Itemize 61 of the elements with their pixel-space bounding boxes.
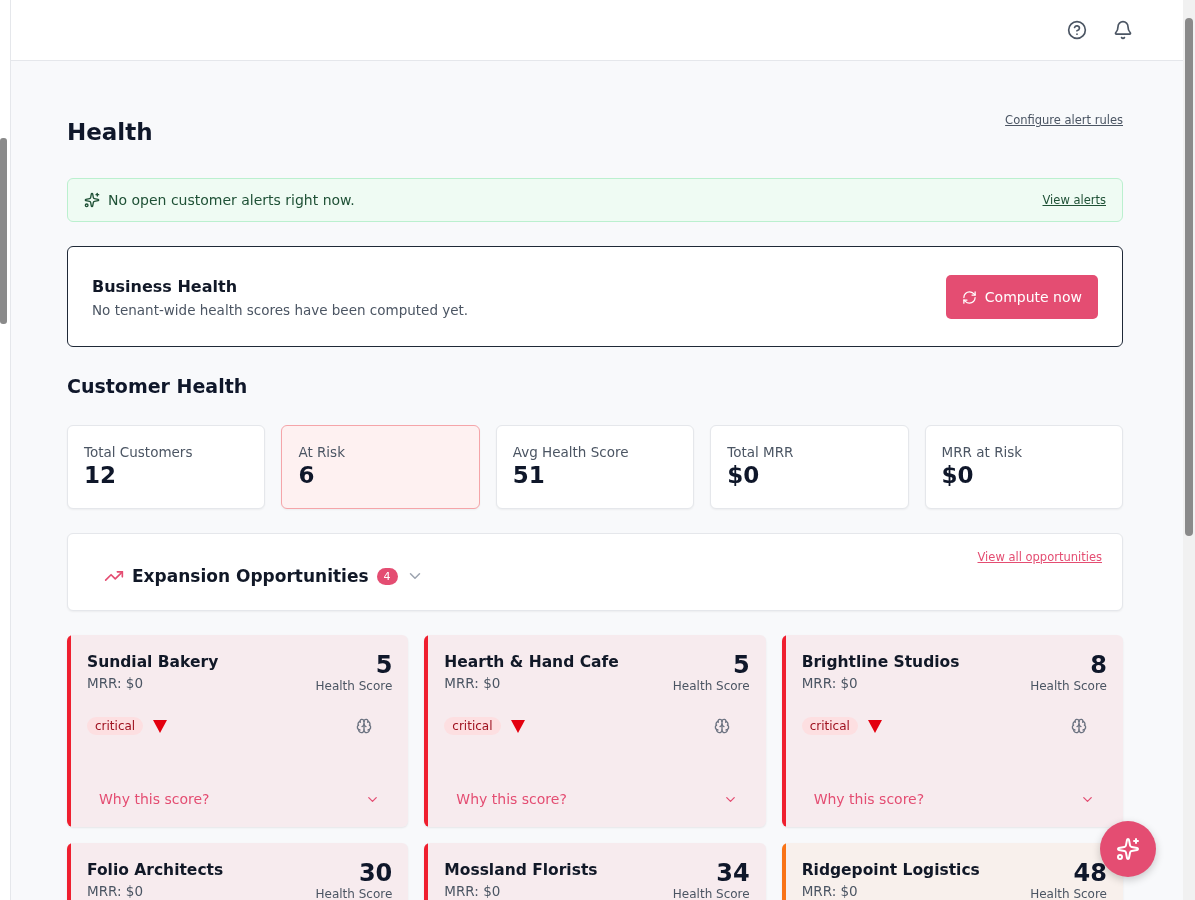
brain-icon [1071, 718, 1087, 734]
stat-value: 12 [84, 462, 117, 488]
sparkle-icon [84, 192, 100, 208]
stat-label: Total Customers [84, 444, 194, 460]
health-score: 34 [716, 859, 750, 887]
configure-alert-rules-link[interactable]: Configure alert rules [1005, 113, 1123, 127]
stat-label: Avg Health Score [512, 444, 630, 460]
stat-label: At Risk [298, 444, 346, 460]
compute-now-button[interactable]: Compute now [945, 275, 1098, 319]
score-label: Health Score [672, 887, 750, 900]
stat-value: $0 [941, 462, 975, 488]
sparkle-icon [1116, 837, 1140, 861]
why-this-score-toggle[interactable]: Why this score? [801, 791, 1107, 807]
status-badge: critical [87, 717, 144, 735]
customer-name: Mossland Florists [444, 861, 598, 879]
mrr-text: MRR: $0 [87, 883, 144, 899]
mrr-text: MRR: $0 [444, 883, 502, 899]
page-title: Health [67, 119, 153, 145]
customer-name: Folio Architects [87, 861, 224, 879]
card-message: No tenant-wide health scores have been computed yet. [92, 301, 469, 318]
brain-icon [713, 718, 730, 734]
view-all-opportunities-link[interactable]: View all opportunities [977, 550, 1102, 564]
mrr-text: MRR: $0 [444, 675, 502, 691]
score-label: Health Score [1030, 887, 1107, 900]
health-score: 30 [358, 859, 393, 887]
help-icon[interactable] [1067, 20, 1087, 40]
scrollbar-thumb[interactable] [1185, 18, 1193, 536]
health-score: 48 [1073, 859, 1107, 887]
mrr-text: MRR: $0 [801, 883, 859, 899]
banner-message: No open customer alerts right now. [108, 192, 356, 208]
refresh-icon [961, 289, 977, 305]
customer-name: Ridgepoint Logistics [801, 861, 980, 879]
stat-label: MRR at Risk [941, 444, 1024, 460]
health-score: 5 [375, 651, 393, 679]
health-score: 8 [1090, 651, 1107, 679]
customer-name: Sundial Bakery [87, 653, 219, 671]
status-badge: critical [801, 717, 858, 735]
stat-label: Total MRR [727, 444, 795, 460]
view-alerts-link[interactable]: View alerts [1042, 193, 1106, 207]
count-badge: 4 [376, 567, 398, 585]
score-label: Health Score [672, 679, 750, 693]
bell-icon[interactable] [1113, 20, 1133, 40]
mrr-text: MRR: $0 [801, 675, 859, 691]
stat-value: 6 [298, 462, 316, 488]
card-title: Business Health [92, 276, 238, 296]
score-label: Health Score [315, 679, 393, 693]
customer-name: Hearth & Hand Cafe [444, 653, 619, 671]
section-title: Customer Health [67, 375, 249, 397]
panel-title: Expansion Opportunities [132, 566, 369, 586]
why-this-score-toggle[interactable]: Why this score? [87, 791, 393, 807]
score-label: Health Score [315, 887, 393, 900]
scrollbar-thumb[interactable] [0, 138, 7, 324]
health-score: 5 [732, 651, 750, 679]
stat-value: 51 [512, 462, 546, 488]
customer-name: Brightline Studios [801, 653, 960, 671]
why-this-score-toggle[interactable]: Why this score? [444, 791, 750, 807]
stat-value: $0 [727, 462, 761, 488]
brain-icon [356, 718, 373, 734]
mrr-text: MRR: $0 [87, 675, 144, 691]
score-label: Health Score [1030, 679, 1107, 693]
status-badge: critical [444, 717, 501, 735]
